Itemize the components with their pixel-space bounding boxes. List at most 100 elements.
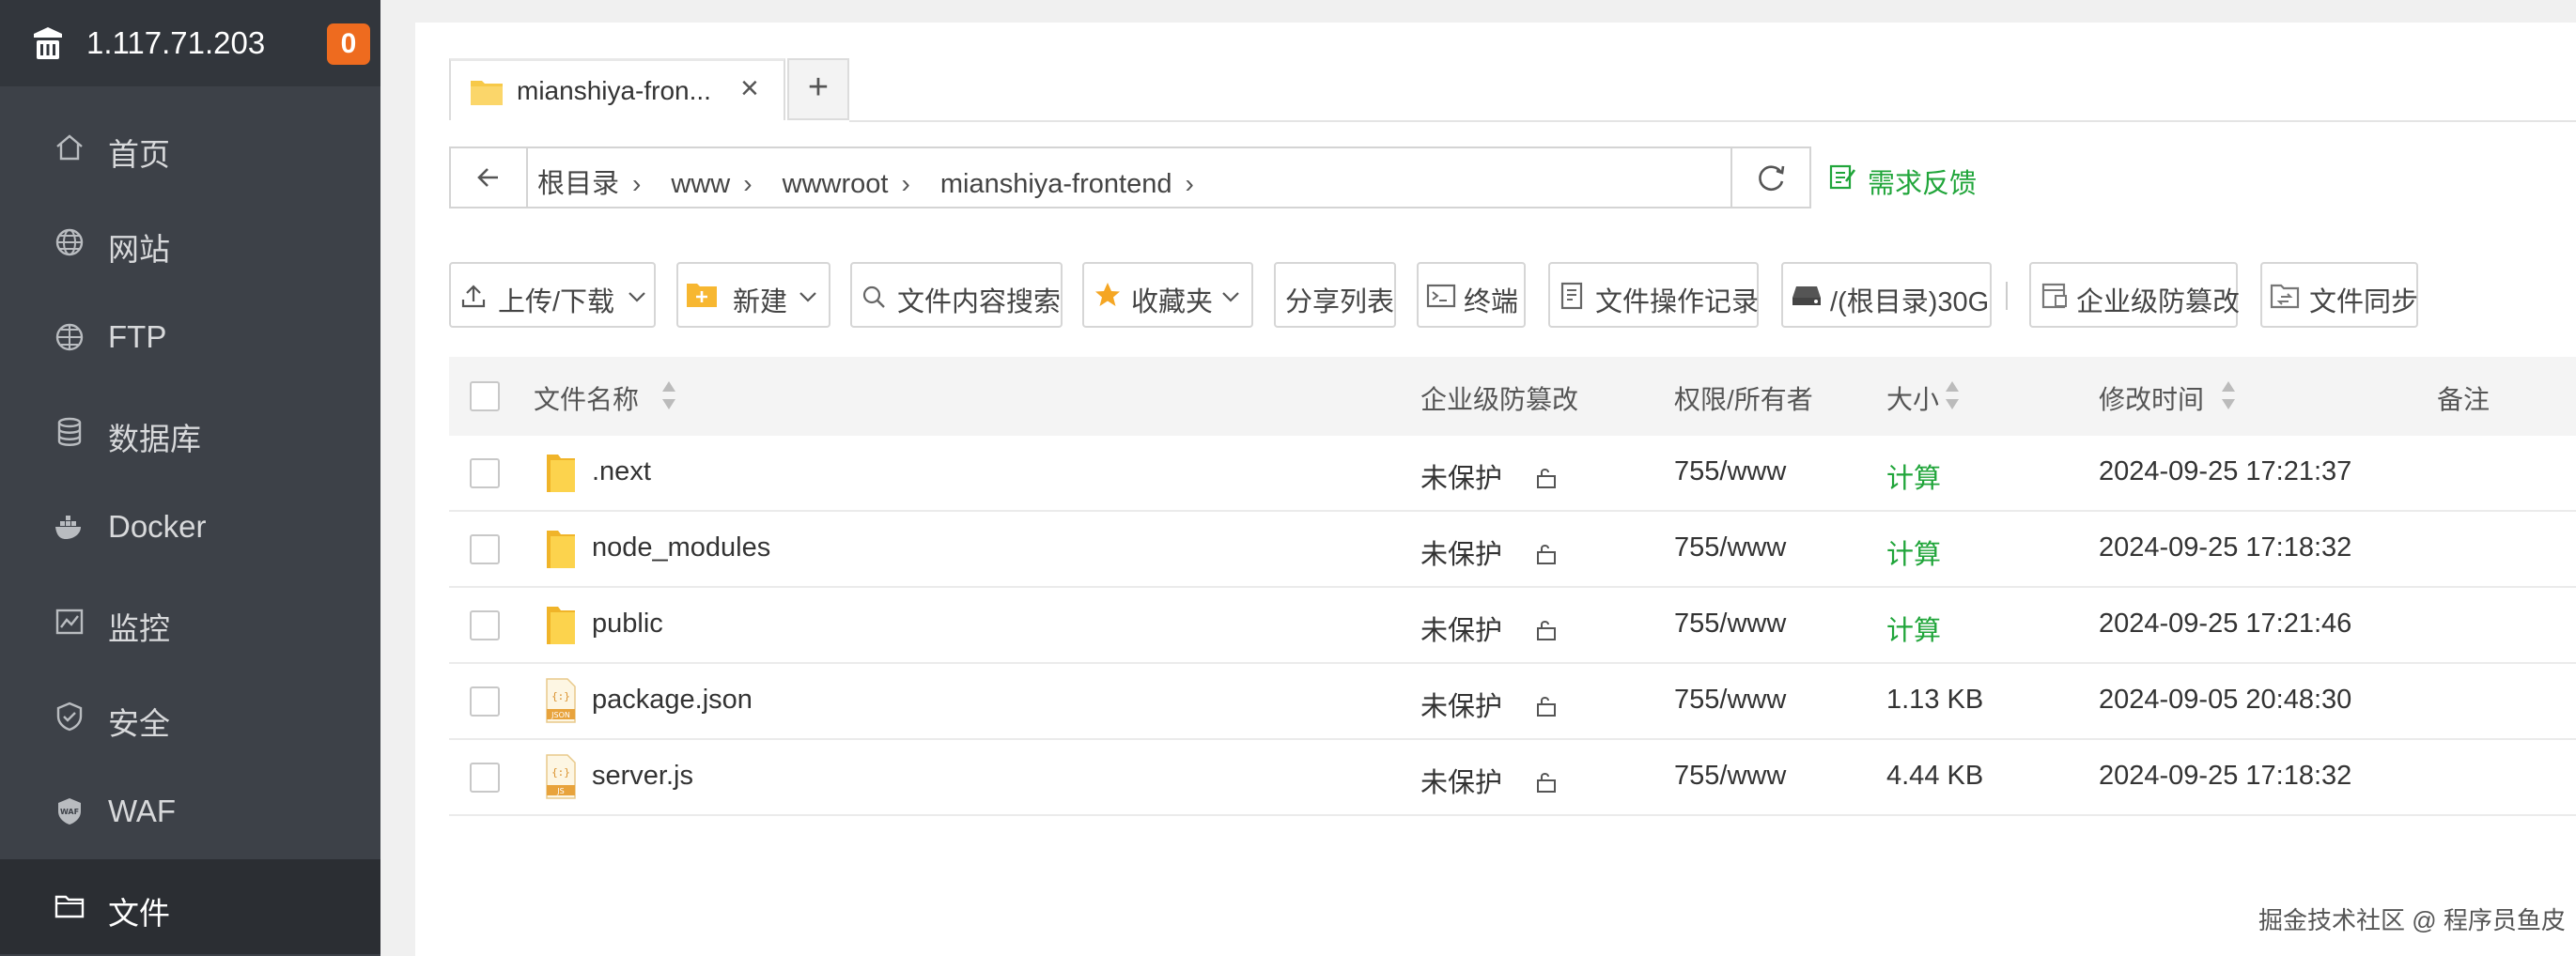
- row-checkbox[interactable]: [470, 534, 500, 564]
- terminal-icon: [1426, 284, 1456, 308]
- new-folder-icon: [687, 284, 717, 307]
- file-name[interactable]: .next: [592, 456, 651, 487]
- sidebar-item-label: Docker: [108, 509, 207, 544]
- table-row[interactable]: public 未保护 755/www 计算 2024-09-25 17:21:4…: [449, 588, 2576, 664]
- sidebar-item-waf[interactable]: WAF WAF: [0, 764, 380, 859]
- sidebar-item-label: 网站: [108, 232, 170, 267]
- sidebar-item-database[interactable]: 数据库: [0, 385, 380, 480]
- close-tab-icon[interactable]: ×: [740, 70, 759, 107]
- disk-icon: [1792, 286, 1821, 305]
- file-name[interactable]: public: [592, 609, 663, 640]
- row-checkbox[interactable]: [470, 458, 500, 488]
- permission[interactable]: 755/www: [1674, 761, 1786, 792]
- back-button[interactable]: [451, 148, 528, 207]
- breadcrumb: 根目录 › www › wwwroot › mianshiya-frontend ›: [537, 162, 1217, 201]
- sync-folder-icon: [2270, 284, 2300, 309]
- file-sync-button[interactable]: 文件同步: [2260, 262, 2418, 328]
- globe-icon: [55, 228, 84, 256]
- monitor-icon: [55, 609, 84, 635]
- breadcrumb-project[interactable]: mianshiya-frontend: [940, 169, 1172, 199]
- column-name[interactable]: 文件名称: [534, 379, 639, 417]
- sidebar-item-label: 文件: [108, 896, 170, 931]
- sort-icon[interactable]: [2221, 379, 2236, 411]
- arrow-left-icon: [477, 168, 498, 187]
- file-manager-panel: mianshiya-fron... × + 根目录 › www › wwwroot ›…: [415, 23, 2576, 956]
- sidebar-header: 1.117.71.203 0: [0, 0, 380, 86]
- sidebar-item-security[interactable]: 安全: [0, 670, 380, 764]
- star-icon: [1095, 283, 1120, 306]
- select-all-checkbox[interactable]: [470, 381, 500, 411]
- row-checkbox[interactable]: [470, 610, 500, 640]
- table-row[interactable]: {:} JS server.js 未保护 755/www 4.44 KB 2024…: [449, 740, 2576, 816]
- breadcrumb-root[interactable]: 根目录: [537, 169, 619, 199]
- unlock-icon[interactable]: [1535, 772, 1558, 793]
- column-size[interactable]: 大小: [1886, 379, 1939, 417]
- sidebar-nav: 首页 网站 FTP 数据库 Docker 监控 安全 WAF WAF 文件: [0, 100, 380, 954]
- folder-icon: [547, 455, 575, 492]
- tamper-protection-button[interactable]: 企业级防篡改: [2029, 262, 2240, 328]
- terminal-button[interactable]: 终端: [1417, 262, 1526, 328]
- sort-icon[interactable]: [661, 379, 676, 411]
- size-calculate-link[interactable]: 计算: [1886, 532, 1941, 572]
- server-ip: 1.117.71.203: [86, 25, 266, 60]
- file-name[interactable]: node_modules: [592, 532, 770, 563]
- file-name[interactable]: package.json: [592, 685, 753, 716]
- folder-icon: [547, 531, 575, 568]
- column-note: 备注: [2437, 385, 2491, 414]
- table-row[interactable]: node_modules 未保护 755/www 计算 2024-09-25 1…: [449, 512, 2576, 588]
- sidebar-item-docker[interactable]: Docker: [0, 480, 380, 575]
- sidebar-item-ftp[interactable]: FTP: [0, 290, 380, 385]
- unlock-icon[interactable]: [1535, 620, 1558, 640]
- home-icon: [56, 134, 83, 161]
- upload-download-button[interactable]: 上传/下载: [449, 262, 656, 328]
- search-icon: [862, 285, 885, 308]
- file-operation-log-button[interactable]: 文件操作记录: [1548, 262, 1759, 328]
- tamper-status: 未保护: [1420, 692, 1503, 722]
- sidebar-item-files[interactable]: 文件: [0, 859, 380, 954]
- sidebar-item-website[interactable]: 网站: [0, 195, 380, 290]
- sidebar-item-monitor[interactable]: 监控: [0, 575, 380, 670]
- file-table-header: 文件名称 企业级防篡改 权限/所有者 大小 修改时间 备注: [449, 357, 2576, 436]
- unlock-icon[interactable]: [1535, 696, 1558, 717]
- sidebar-item-label: 数据库: [108, 422, 201, 456]
- table-row[interactable]: .next 未保护 755/www 计算 2024-09-25 17:21:37: [449, 436, 2576, 512]
- tab-divider: [849, 120, 2576, 122]
- new-button[interactable]: 新建: [676, 262, 830, 328]
- content-search-button[interactable]: 文件内容搜索: [850, 262, 1063, 328]
- disk-button[interactable]: /(根目录)30G: [1781, 262, 1992, 328]
- modified-time: 2024-09-25 17:18:32: [2099, 532, 2352, 563]
- sidebar-item-home[interactable]: 首页: [0, 100, 380, 195]
- feedback-link[interactable]: 需求反馈: [1868, 162, 1977, 201]
- breadcrumb-wwwroot[interactable]: wwwroot: [783, 169, 889, 199]
- svg-text:{:}: {:}: [551, 766, 570, 779]
- sidebar-item-label: FTP: [108, 319, 167, 354]
- share-list-button[interactable]: 分享列表: [1274, 262, 1396, 328]
- column-modified[interactable]: 修改时间: [2099, 379, 2204, 417]
- tab-mianshiya-frontend[interactable]: mianshiya-fron... ×: [449, 58, 785, 120]
- unlock-icon[interactable]: [1535, 544, 1558, 564]
- sort-icon[interactable]: [1945, 379, 1960, 411]
- tamper-status: 未保护: [1420, 464, 1503, 494]
- size-calculate-link[interactable]: 计算: [1886, 609, 1941, 648]
- folder-icon: [547, 607, 575, 644]
- table-row[interactable]: {:} JSON package.json 未保护 755/www 1.13 KB…: [449, 664, 2576, 740]
- row-checkbox[interactable]: [470, 763, 500, 793]
- upload-icon: [461, 285, 486, 308]
- file-size: 4.44 KB: [1886, 761, 1984, 791]
- file-name[interactable]: server.js: [592, 761, 693, 792]
- unlock-icon[interactable]: [1535, 468, 1558, 488]
- permission[interactable]: 755/www: [1674, 609, 1786, 640]
- chevron-down-icon: [1222, 292, 1239, 302]
- breadcrumb-separator: ›: [1185, 169, 1194, 198]
- permission[interactable]: 755/www: [1674, 456, 1786, 487]
- tamper-icon: [2041, 283, 2067, 309]
- add-tab-button[interactable]: +: [787, 58, 849, 120]
- breadcrumb-www[interactable]: www: [671, 169, 730, 199]
- permission[interactable]: 755/www: [1674, 685, 1786, 716]
- refresh-button[interactable]: [1730, 148, 1809, 207]
- size-calculate-link[interactable]: 计算: [1886, 456, 1941, 496]
- permission[interactable]: 755/www: [1674, 532, 1786, 563]
- row-checkbox[interactable]: [470, 686, 500, 717]
- notification-badge[interactable]: 0: [327, 23, 370, 65]
- favorites-button[interactable]: 收藏夹: [1082, 262, 1253, 328]
